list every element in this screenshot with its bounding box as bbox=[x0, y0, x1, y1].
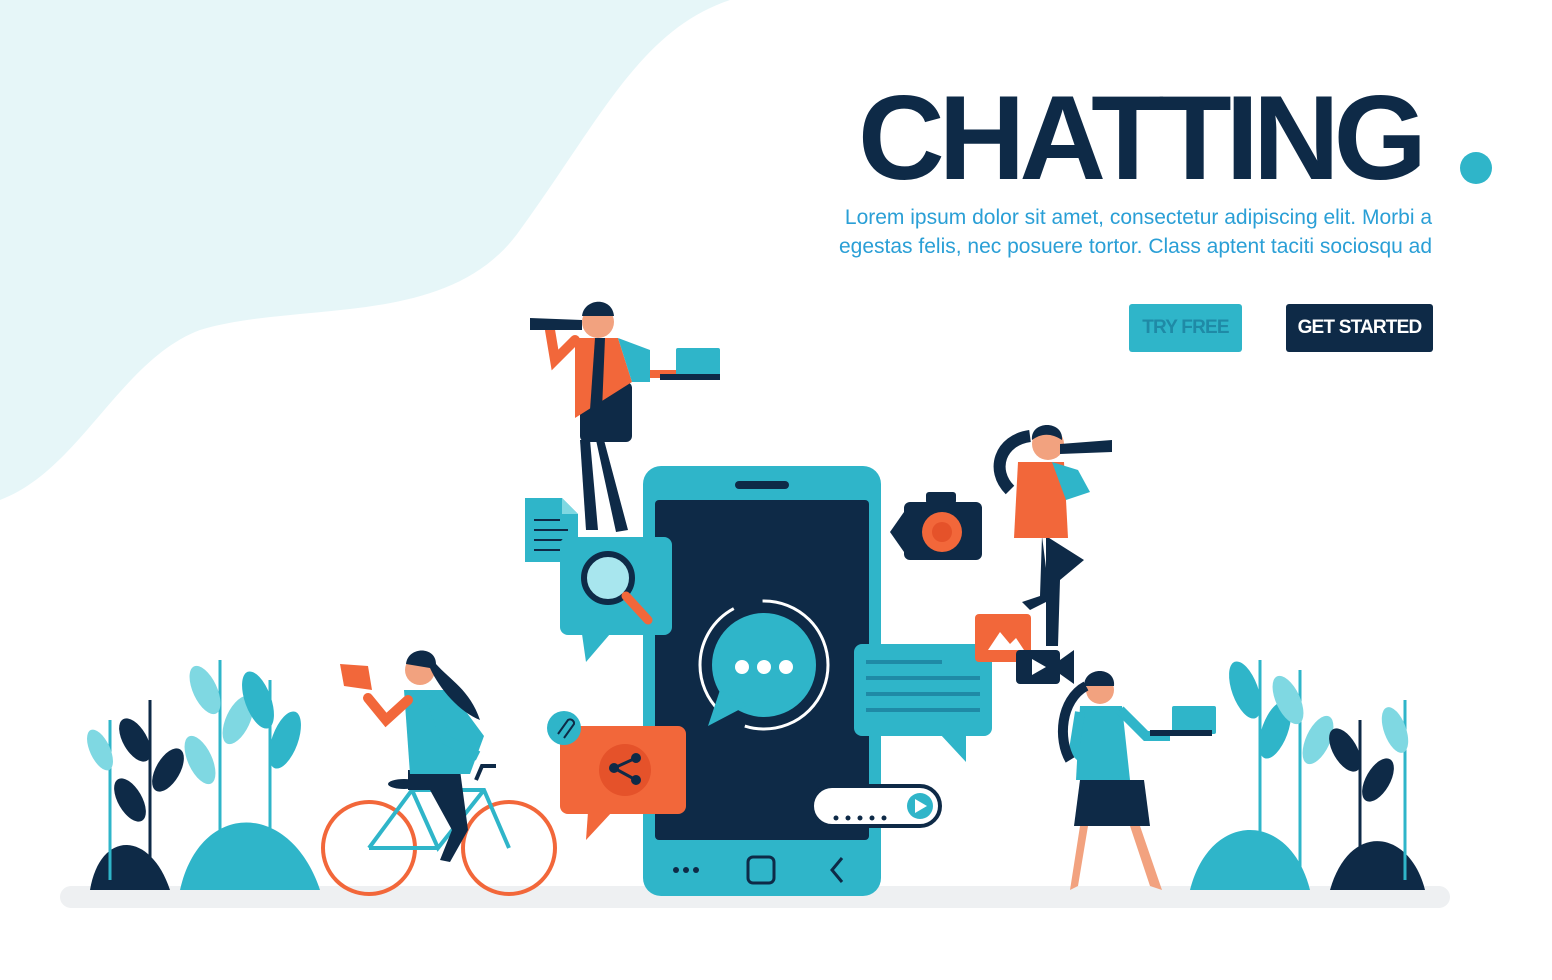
camera-icon bbox=[890, 492, 982, 560]
person-woman-bicycle bbox=[321, 650, 557, 896]
try-free-button[interactable]: TRY FREE bbox=[1129, 304, 1242, 352]
person-woman-laptop bbox=[1057, 671, 1216, 890]
get-started-button[interactable]: GET STARTED bbox=[1286, 304, 1433, 352]
smartphone bbox=[643, 466, 881, 896]
person-woman-telescope bbox=[993, 425, 1112, 646]
title-dot bbox=[1460, 152, 1492, 184]
plants-right bbox=[1190, 660, 1425, 890]
page-title: CHATTING bbox=[858, 71, 1427, 205]
send-icon bbox=[810, 784, 942, 828]
plants-left bbox=[87, 660, 320, 890]
hero-description: Lorem ipsum dolor sit amet, consectetur … bbox=[839, 206, 1432, 258]
video-camera-icon bbox=[1016, 650, 1074, 684]
attachment-icon bbox=[547, 711, 581, 745]
